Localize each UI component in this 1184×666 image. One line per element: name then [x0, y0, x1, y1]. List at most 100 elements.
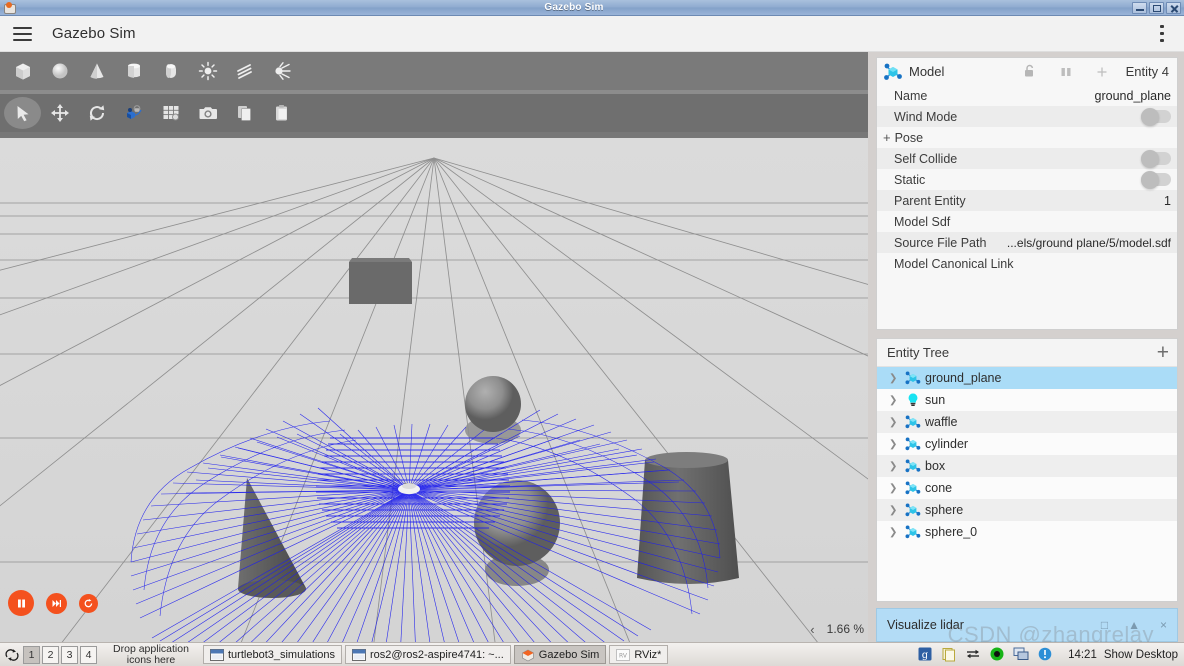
property-row-model-sdf[interactable]: Model Sdf — [877, 211, 1177, 232]
gazebo-logo-icon — [521, 649, 535, 661]
visualize-lidar-panel[interactable]: Visualize lidar □ ▲ × — [876, 608, 1178, 642]
viewport-status: ‹ 1.66 % — [810, 616, 864, 642]
model-node-icon — [903, 370, 923, 386]
drop-application-icons-zone[interactable]: Drop application icons here — [103, 643, 199, 666]
taskbar-item-gazebo-sim[interactable]: Gazebo Sim — [513, 645, 607, 664]
window-title: Gazebo Sim — [544, 2, 604, 13]
workspace-button-3[interactable]: 3 — [61, 645, 78, 664]
pause-icon — [17, 599, 25, 607]
workspace-switch-icon[interactable] — [3, 646, 21, 664]
sphere-shape-icon[interactable] — [41, 55, 78, 87]
taskbar-item-label: RViz* — [634, 648, 662, 661]
capsule-shape-icon[interactable] — [152, 55, 189, 87]
window-maximize-button[interactable] — [1149, 1, 1164, 14]
network-transfer-tray-icon[interactable] — [965, 646, 982, 663]
chevron-right-icon[interactable]: ❯ — [889, 395, 903, 406]
transform-control-icon[interactable] — [115, 97, 152, 129]
plus-icon[interactable]: + — [1157, 342, 1169, 363]
screenshot-camera-icon[interactable] — [189, 97, 226, 129]
tree-item-waffle[interactable]: ❯ waffle — [877, 411, 1177, 433]
property-row-name[interactable]: Name ground_plane — [877, 85, 1177, 106]
workspace-button-4[interactable]: 4 — [80, 645, 97, 664]
light-bulb-icon — [903, 392, 923, 408]
property-row-source-file-path[interactable]: Source File Path ...els/ground plane/5/m… — [877, 232, 1177, 253]
float-button[interactable]: □ — [1101, 618, 1108, 632]
cone-shape-icon[interactable] — [78, 55, 115, 87]
tree-item-box[interactable]: ❯ box — [877, 455, 1177, 477]
box-shape-icon[interactable] — [4, 55, 41, 87]
cylinder-shape-icon[interactable] — [115, 55, 152, 87]
model-panel-header: Model Entity 4 — [877, 58, 1177, 85]
taskbar-item-turtlebot3-simulations[interactable]: turtlebot3_simulations — [203, 645, 343, 664]
chevron-right-icon[interactable]: ❯ — [889, 439, 903, 450]
property-row-self-collide[interactable]: Self Collide — [877, 148, 1177, 169]
property-row-wind-mode[interactable]: Wind Mode — [877, 106, 1177, 127]
directional-light-icon[interactable] — [226, 55, 263, 87]
tree-item-sphere[interactable]: ❯ sphere — [877, 499, 1177, 521]
updates-tray-icon[interactable] — [1037, 646, 1054, 663]
clipboard-tray-icon[interactable] — [941, 646, 958, 663]
scene-render — [0, 138, 868, 642]
property-row-model-canonical-link[interactable]: Model Canonical Link — [877, 253, 1177, 274]
expand-pose-icon[interactable]: + — [883, 130, 891, 145]
paste-icon[interactable] — [263, 97, 300, 129]
pause-columns-icon[interactable] — [1048, 60, 1084, 84]
property-label: Pose — [894, 130, 924, 145]
property-label: Self Collide — [894, 151, 958, 166]
tree-item-cone[interactable]: ❯ cone — [877, 477, 1177, 499]
property-row-static[interactable]: Static — [877, 169, 1177, 190]
copy-icon[interactable] — [226, 97, 263, 129]
plus-icon[interactable] — [1084, 60, 1120, 84]
workspace-button-1[interactable]: 1 — [23, 645, 40, 664]
property-row-parent-entity[interactable]: Parent Entity 1 — [877, 190, 1177, 211]
hamburger-icon[interactable] — [5, 16, 39, 52]
tree-item-sphere-0[interactable]: ❯ sphere_0 — [877, 521, 1177, 543]
pause-button[interactable] — [8, 590, 34, 616]
select-arrow-icon[interactable] — [4, 97, 41, 129]
chevron-right-icon[interactable]: ❯ — [889, 373, 903, 384]
collapse-button[interactable]: ▲ — [1128, 618, 1140, 632]
box-object — [349, 258, 412, 304]
tree-item-label: ground_plane — [925, 371, 1002, 385]
chevron-right-icon[interactable]: ❯ — [889, 483, 903, 494]
tree-item-label: waffle — [925, 415, 958, 429]
property-value: ground_plane — [1094, 88, 1171, 103]
toolbars — [0, 52, 868, 138]
window-minimize-button[interactable] — [1132, 1, 1147, 14]
chevron-left-icon[interactable]: ‹ — [810, 622, 814, 637]
close-button[interactable]: × — [1160, 618, 1167, 632]
remote-desktop-tray-icon[interactable] — [1013, 646, 1030, 663]
static-toggle[interactable] — [1141, 170, 1171, 189]
property-row-pose[interactable]: + Pose — [877, 127, 1177, 148]
tree-item-cylinder[interactable]: ❯ cylinder — [877, 433, 1177, 455]
tree-item-ground-plane[interactable]: ❯ ground_plane — [877, 367, 1177, 389]
rotate-icon[interactable] — [78, 97, 115, 129]
taskbar-item-rviz[interactable]: RV RViz* — [609, 645, 669, 664]
workspace-button-2[interactable]: 2 — [42, 645, 59, 664]
kebab-menu-icon[interactable] — [1152, 19, 1172, 49]
chevron-right-icon[interactable]: ❯ — [889, 417, 903, 428]
tree-item-sun[interactable]: ❯ sun — [877, 389, 1177, 411]
show-desktop-button[interactable]: Show Desktop — [1104, 649, 1181, 661]
chevron-right-icon[interactable]: ❯ — [889, 527, 903, 538]
taskbar-item-ros2-terminal[interactable]: ros2@ros2-aspire4741: ~... — [345, 645, 511, 664]
unlock-icon[interactable] — [1012, 60, 1048, 84]
app-header: Gazebo Sim — [0, 16, 1184, 52]
chevron-right-icon[interactable]: ❯ — [889, 461, 903, 472]
3d-viewport[interactable]: ‹ 1.66 % — [0, 138, 868, 642]
taskbar-item-label: ros2@ros2-aspire4741: ~... — [370, 648, 504, 661]
svg-text:g: g — [922, 650, 929, 661]
record-tray-icon[interactable] — [989, 646, 1006, 663]
self-collide-toggle[interactable] — [1141, 149, 1171, 168]
spot-light-icon[interactable] — [263, 55, 300, 87]
grid-icon[interactable] — [152, 97, 189, 129]
chevron-right-icon[interactable]: ❯ — [889, 505, 903, 516]
translate-icon[interactable] — [41, 97, 78, 129]
point-light-icon[interactable] — [189, 55, 226, 87]
reset-button[interactable] — [79, 593, 98, 613]
wind-mode-toggle[interactable] — [1141, 107, 1171, 126]
window-close-button[interactable] — [1166, 1, 1181, 14]
model-node-icon — [903, 524, 923, 540]
gedit-tray-icon[interactable]: g — [917, 646, 934, 663]
step-forward-button[interactable] — [46, 592, 67, 614]
